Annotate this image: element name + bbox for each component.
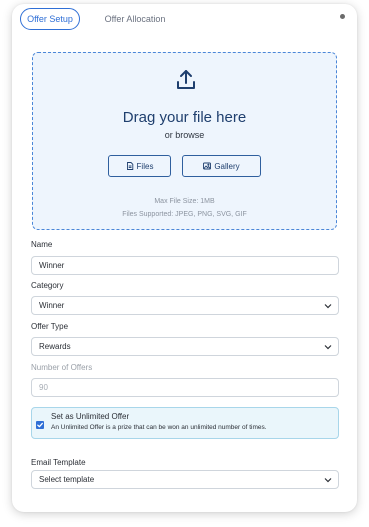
upload-icon bbox=[177, 70, 195, 89]
offer-type-select[interactable]: Rewards bbox=[31, 337, 339, 356]
file-icon bbox=[126, 162, 133, 170]
file-upload-dropzone[interactable]: Drag your file here or browse Files Gall… bbox=[32, 52, 337, 230]
offer-type-label: Offer Type bbox=[31, 322, 69, 331]
number-of-offers-value: 90 bbox=[39, 383, 48, 392]
files-button-label: Files bbox=[136, 161, 154, 171]
category-select-value: Winner bbox=[39, 301, 65, 310]
tab-bar: Offer Setup Offer Allocation bbox=[20, 8, 349, 32]
category-label: Category bbox=[31, 281, 64, 290]
unlimited-offer-box: Set as Unlimited Offer An Unlimited Offe… bbox=[31, 407, 339, 439]
image-icon bbox=[203, 162, 212, 170]
offer-type-select-value: Rewards bbox=[39, 342, 71, 351]
status-dot bbox=[340, 14, 345, 19]
tab-offer-setup[interactable]: Offer Setup bbox=[20, 8, 80, 30]
max-file-size-text: Max File Size: 1MB bbox=[154, 198, 215, 205]
upload-browse-text[interactable]: or browse bbox=[33, 130, 336, 140]
files-button[interactable]: Files bbox=[108, 155, 171, 177]
chevron-down-icon bbox=[324, 345, 332, 350]
offer-form-card: Offer Setup Offer Allocation Drag your f… bbox=[12, 4, 357, 512]
unlimited-offer-checkbox[interactable] bbox=[36, 421, 44, 429]
unlimited-offer-label: Set as Unlimited Offer bbox=[51, 412, 130, 421]
name-input[interactable]: Winner bbox=[31, 256, 339, 275]
gallery-button[interactable]: Gallery bbox=[182, 155, 261, 177]
check-icon bbox=[37, 422, 43, 428]
category-select[interactable]: Winner bbox=[31, 296, 339, 315]
chevron-down-icon bbox=[324, 304, 332, 309]
email-template-select[interactable]: Select template bbox=[31, 470, 339, 489]
supported-files-text: Files Supported: JPEG, PNG, SVG, GIF bbox=[122, 211, 247, 218]
upload-title: Drag your file here bbox=[122, 109, 247, 126]
tab-offer-allocation[interactable]: Offer Allocation bbox=[100, 8, 170, 30]
name-input-value: Winner bbox=[39, 261, 65, 270]
number-of-offers-label: Number of Offers bbox=[31, 363, 93, 372]
email-template-select-value: Select template bbox=[39, 475, 95, 484]
chevron-down-icon bbox=[324, 478, 332, 483]
email-template-label: Email Template bbox=[31, 458, 86, 467]
number-of-offers-input: 90 bbox=[31, 378, 339, 397]
name-label: Name bbox=[31, 240, 53, 249]
gallery-button-label: Gallery bbox=[214, 161, 240, 171]
unlimited-offer-description: An Unlimited Offer is a prize that can b… bbox=[51, 424, 267, 431]
